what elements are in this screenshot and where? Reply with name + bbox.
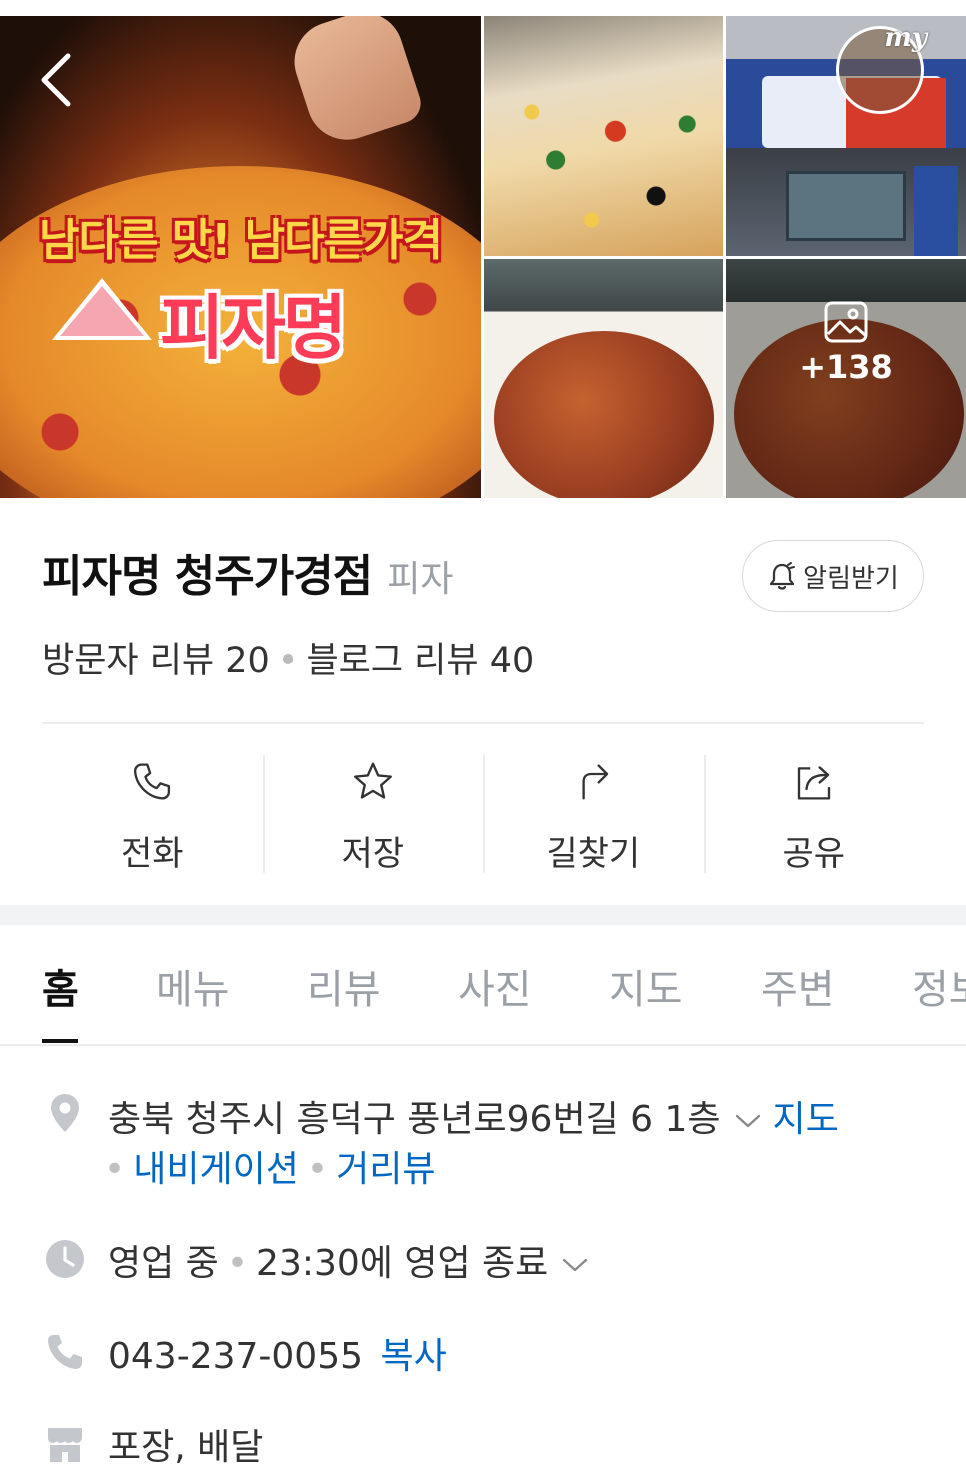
- services-text: 포장, 배달: [108, 1427, 264, 1468]
- separator-dot: •: [277, 641, 299, 681]
- bell-icon: [770, 562, 796, 590]
- navigation-link[interactable]: 내비게이션: [133, 1149, 299, 1190]
- review-summary: 방문자 리뷰 20 • 블로그 리뷰 40: [42, 632, 534, 683]
- phone-icon: [134, 763, 171, 800]
- place-name: 피자명 청주가경점: [42, 551, 373, 602]
- tab-info[interactable]: 정보: [912, 957, 966, 1015]
- share-icon: [797, 766, 830, 800]
- directions-icon: [582, 764, 609, 800]
- call-button[interactable]: 전화: [42, 755, 263, 875]
- tab-bar: 홈 메뉴 리뷰 사진 지도 주변 정보: [0, 925, 966, 1045]
- copy-button[interactable]: 복사: [380, 1336, 446, 1377]
- my-avatar-badge[interactable]: my: [836, 23, 927, 114]
- phone-icon: [48, 1335, 82, 1369]
- directions-label: 길찾기: [546, 834, 641, 874]
- divider: [42, 722, 924, 724]
- clock-icon: [46, 1240, 84, 1278]
- map-link[interactable]: 지도: [773, 1099, 839, 1140]
- tab-menu[interactable]: 메뉴: [156, 957, 230, 1015]
- blog-review-link[interactable]: 블로그 리뷰 40: [306, 641, 534, 681]
- directions-button[interactable]: 길찾기: [483, 755, 704, 875]
- chevron-down-icon[interactable]: [735, 1113, 761, 1129]
- phone-number[interactable]: 043-237-0055: [108, 1336, 363, 1377]
- photo-gallery: 남다른 맛! 남다른가격 피자명: [0, 16, 966, 498]
- photo-thumbnail[interactable]: [484, 259, 723, 498]
- call-label: 전화: [120, 834, 184, 874]
- street-view-link[interactable]: 거리뷰: [336, 1149, 435, 1190]
- section-separator: [0, 905, 966, 925]
- visitor-review-link[interactable]: 방문자 리뷰 20: [42, 641, 270, 681]
- store-icon: [48, 1428, 82, 1462]
- address-text: 충북 청주시 흥덕구 풍년로96번길 6 1층: [108, 1099, 721, 1140]
- tab-nearby[interactable]: 주변: [761, 957, 835, 1015]
- tab-review[interactable]: 리뷰: [307, 957, 381, 1015]
- share-label: 공유: [782, 834, 846, 874]
- location-pin-icon: [51, 1094, 79, 1132]
- action-bar: 전화 저장 길찾기 공유: [42, 755, 924, 875]
- my-badge-label: my: [884, 23, 927, 53]
- tab-map[interactable]: 지도: [609, 957, 683, 1015]
- more-photos[interactable]: +138: [726, 300, 966, 386]
- back-arrow-icon[interactable]: [36, 52, 76, 108]
- address-row: 충북 청주시 흥덕구 풍년로96번길 6 1층 지도: [108, 1090, 839, 1142]
- place-category: 피자: [387, 559, 454, 600]
- save-label: 저장: [341, 834, 405, 874]
- alarm-button-label: 알림받기: [803, 563, 899, 594]
- address-links: • 내비게이션 • 거리뷰: [104, 1149, 436, 1190]
- photo-thumbnail[interactable]: [484, 16, 723, 256]
- star-icon: [353, 762, 392, 799]
- closing-time: 23:30에 영업 종료: [256, 1243, 549, 1284]
- phone-row: 043-237-0055 복사: [108, 1327, 447, 1379]
- photo-banner-slogan: 남다른 맛! 남다른가격: [38, 215, 443, 266]
- open-status: 영업 중: [108, 1243, 219, 1284]
- alarm-button[interactable]: 알림받기: [742, 540, 924, 612]
- more-photos-count: +138: [799, 348, 893, 386]
- active-tab-indicator: [42, 1039, 78, 1043]
- tab-home[interactable]: 홈: [42, 957, 79, 1015]
- save-button[interactable]: 저장: [262, 755, 484, 875]
- chevron-down-icon[interactable]: [562, 1257, 588, 1273]
- tab-photo[interactable]: 사진: [458, 957, 532, 1015]
- image-icon: [824, 301, 868, 343]
- hours-row[interactable]: 영업 중 • 23:30에 영업 종료: [108, 1234, 600, 1286]
- tab-divider: [0, 1044, 966, 1046]
- share-button[interactable]: 공유: [703, 755, 925, 875]
- photo-banner-brand: 피자명: [160, 287, 347, 369]
- hand-image: [284, 16, 426, 151]
- place-title: 피자명 청주가경점 피자: [42, 540, 742, 604]
